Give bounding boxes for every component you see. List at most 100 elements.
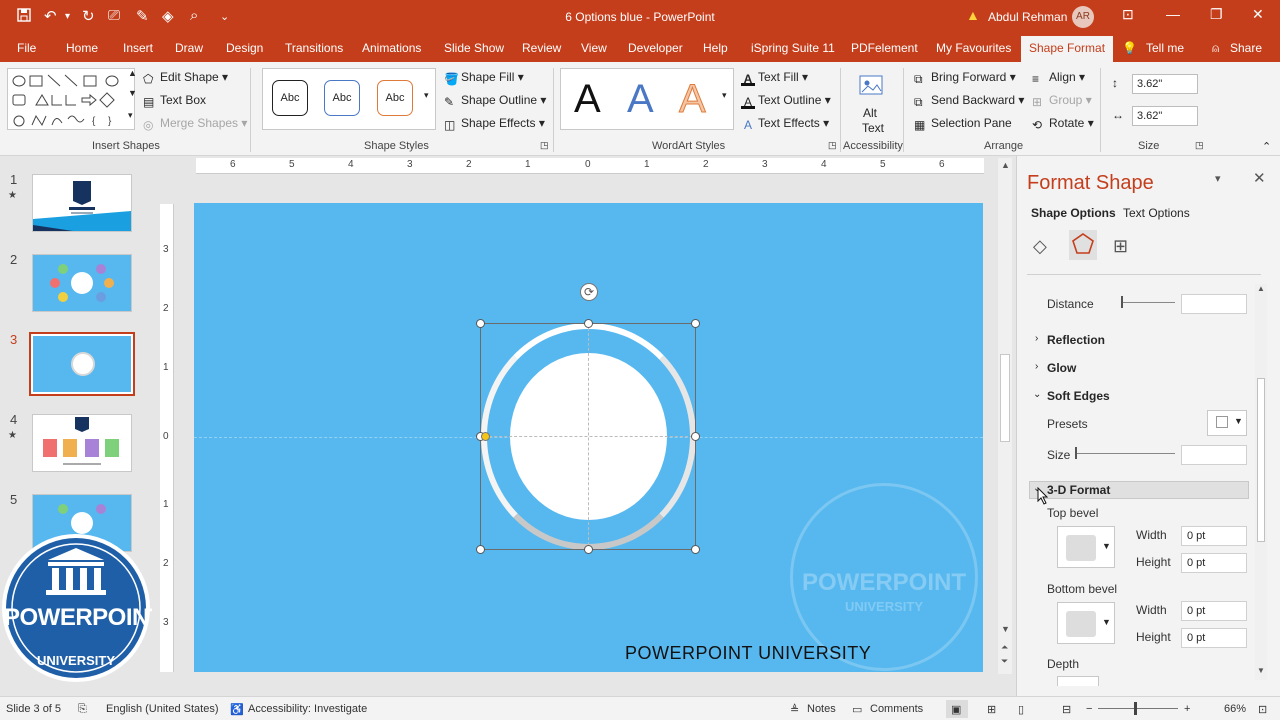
collapse-ribbon-icon[interactable]: ⌃ xyxy=(1262,140,1271,153)
tab-shape-format[interactable]: Shape Format xyxy=(1021,36,1114,62)
soft-edges-section[interactable]: Soft Edges xyxy=(1047,389,1110,403)
bottom-width-input[interactable]: 0 pt xyxy=(1181,601,1247,621)
resize-handle-e[interactable] xyxy=(691,432,700,441)
tab-draw[interactable]: Draw xyxy=(175,41,203,55)
resize-handle-sw[interactable] xyxy=(476,545,485,554)
styles-more-icon[interactable]: ▾ xyxy=(424,90,429,101)
presets-dropdown[interactable]: ▼ xyxy=(1207,410,1247,436)
pane-options-icon[interactable]: ▾ xyxy=(1215,172,1221,185)
top-height-input[interactable]: 0 pt xyxy=(1181,553,1247,573)
tab-view[interactable]: View xyxy=(581,41,607,55)
tab-developer[interactable]: Developer xyxy=(628,41,683,55)
size-input[interactable] xyxy=(1181,445,1247,465)
wordart-more-icon[interactable]: ▾ xyxy=(722,90,727,101)
rotate-handle-icon[interactable]: ⟳ xyxy=(580,283,598,301)
slide-thumbnail-2[interactable] xyxy=(32,254,132,312)
pane-close-icon[interactable]: ✕ xyxy=(1253,169,1266,187)
slideshow-icon[interactable]: ⊟ xyxy=(1062,703,1071,716)
fill-line-icon[interactable]: ◇ xyxy=(1033,236,1047,257)
pane-scroll-up-icon[interactable]: ▲ xyxy=(1257,284,1265,293)
size-slider[interactable] xyxy=(1077,453,1175,454)
adjustment-handle[interactable] xyxy=(481,432,490,441)
distance-input[interactable] xyxy=(1181,294,1247,314)
canvas-scrollbar[interactable]: ▲ ▼ ⏶ ⏷ xyxy=(998,158,1012,674)
wordart-black[interactable]: A xyxy=(574,77,601,122)
pane-scrollbar-thumb[interactable] xyxy=(1257,378,1265,542)
spellcheck-icon[interactable]: ⎘ xyxy=(78,703,87,716)
resize-handle-ne[interactable] xyxy=(691,319,700,328)
bottom-bevel-dropdown[interactable]: ▼ xyxy=(1057,602,1115,644)
previous-slide-icon[interactable]: ⏶ xyxy=(1001,642,1008,653)
bring-forward-button[interactable]: ⧉ Bring Forward ▾ xyxy=(914,70,1016,86)
shape-effects-button[interactable]: ◫ Shape Effects ▾ xyxy=(444,116,545,132)
depth-color-dropdown[interactable] xyxy=(1057,676,1099,686)
tab-ispring[interactable]: iSpring Suite 11 xyxy=(751,41,835,55)
pane-scrollbar[interactable]: ▲ ▼ xyxy=(1255,284,1267,680)
minimize-icon[interactable]: — xyxy=(1166,6,1180,22)
tab-animations[interactable]: Animations xyxy=(362,41,421,55)
text-fill-button[interactable]: A Text Fill ▾ xyxy=(741,70,808,86)
scroll-down-icon[interactable]: ▼ xyxy=(1001,624,1010,634)
shapes-gallery[interactable]: { } xyxy=(7,68,135,130)
scrollbar-thumb[interactable] xyxy=(1000,354,1010,442)
size-launcher-icon[interactable]: ◳ xyxy=(1195,140,1204,151)
comments-icon[interactable]: ▭ xyxy=(852,703,862,716)
glow-expand-icon[interactable]: › xyxy=(1035,361,1038,372)
tab-transitions[interactable]: Transitions xyxy=(285,41,343,55)
merge-shapes-button[interactable]: ◎ Merge Shapes ▾ xyxy=(143,116,247,132)
tab-review[interactable]: Review xyxy=(522,41,561,55)
wordart-orange[interactable]: A xyxy=(679,77,707,122)
pane-scroll-down-icon[interactable]: ▼ xyxy=(1257,666,1265,675)
slide-footer-text[interactable]: POWERPOINT UNIVERSITY xyxy=(625,643,871,664)
rotate-button[interactable]: ⟲ Rotate ▾ xyxy=(1032,116,1094,132)
reading-view-icon[interactable]: ▯ xyxy=(1018,703,1024,716)
shape-fill-button[interactable]: 🪣 Shape Fill ▾ xyxy=(444,70,524,86)
zoom-in-icon[interactable]: + xyxy=(1184,703,1190,715)
text-outline-button[interactable]: A Text Outline ▾ xyxy=(741,93,831,109)
wordart-blue[interactable]: A xyxy=(627,77,654,122)
shapes-scroll-up-icon[interactable]: ▲ xyxy=(128,68,137,78)
size-properties-icon[interactable]: ⊞ xyxy=(1113,236,1128,257)
tab-pdfelement[interactable]: PDFelement xyxy=(851,41,918,55)
bottom-height-input[interactable]: 0 pt xyxy=(1181,628,1247,648)
share-button[interactable]: Share xyxy=(1230,41,1262,55)
style-swatch-black[interactable]: Abc xyxy=(272,80,308,116)
next-slide-icon[interactable]: ⏷ xyxy=(1001,656,1008,667)
style-swatch-orange[interactable]: Abc xyxy=(377,80,413,116)
text-effects-button[interactable]: A Text Effects ▾ xyxy=(741,116,829,132)
reflection-expand-icon[interactable]: › xyxy=(1035,333,1038,344)
accessibility-status[interactable]: Accessibility: Investigate xyxy=(248,703,367,715)
close-icon[interactable]: ✕ xyxy=(1252,6,1264,23)
text-box-button[interactable]: ▤ Text Box xyxy=(143,93,206,109)
shapes-more-icon[interactable]: ▾ xyxy=(128,110,133,121)
ribbon-display-icon[interactable]: ⊡ xyxy=(1122,6,1134,23)
tab-text-options[interactable]: Text Options xyxy=(1123,206,1190,220)
tab-my-favourites[interactable]: My Favourites xyxy=(936,41,1011,55)
size-slider-thumb[interactable] xyxy=(1075,447,1077,459)
warning-icon[interactable]: ▲ xyxy=(966,7,980,23)
shape-width-input[interactable]: 3.62" xyxy=(1132,106,1198,126)
zoom-slider[interactable] xyxy=(1098,708,1178,709)
group-button[interactable]: ⊞ Group ▾ xyxy=(1032,93,1092,109)
language-indicator[interactable]: English (United States) xyxy=(106,703,219,715)
resize-handle-se[interactable] xyxy=(691,545,700,554)
notes-button[interactable]: Notes xyxy=(807,703,836,715)
edit-shape-button[interactable]: ⬠ Edit Shape ▾ xyxy=(143,70,228,86)
slide-thumbnail-4[interactable] xyxy=(32,414,132,472)
slide-thumbnail-3-selected[interactable] xyxy=(29,332,135,396)
slide-canvas[interactable]: POWERPOINT UNIVERSITY ⟳ POWERPOINT UNIVE… xyxy=(194,203,983,672)
effects-tab[interactable] xyxy=(1069,230,1097,260)
zoom-out-icon[interactable]: − xyxy=(1086,703,1092,715)
tab-file[interactable]: File xyxy=(17,41,36,55)
reflection-section[interactable]: Reflection xyxy=(1047,333,1105,347)
three-d-format-section[interactable]: 3-D Format xyxy=(1047,483,1110,497)
tab-home[interactable]: Home xyxy=(66,41,98,55)
resize-handle-nw[interactable] xyxy=(476,319,485,328)
avatar[interactable]: AR xyxy=(1072,6,1094,28)
tab-shape-options[interactable]: Shape Options xyxy=(1031,206,1116,220)
soft-edges-collapse-icon[interactable]: ⌄ xyxy=(1033,389,1041,400)
shape-height-input[interactable]: 3.62" xyxy=(1132,74,1198,94)
glow-section[interactable]: Glow xyxy=(1047,361,1076,375)
distance-slider-thumb[interactable] xyxy=(1121,296,1123,308)
resize-handle-s[interactable] xyxy=(584,545,593,554)
